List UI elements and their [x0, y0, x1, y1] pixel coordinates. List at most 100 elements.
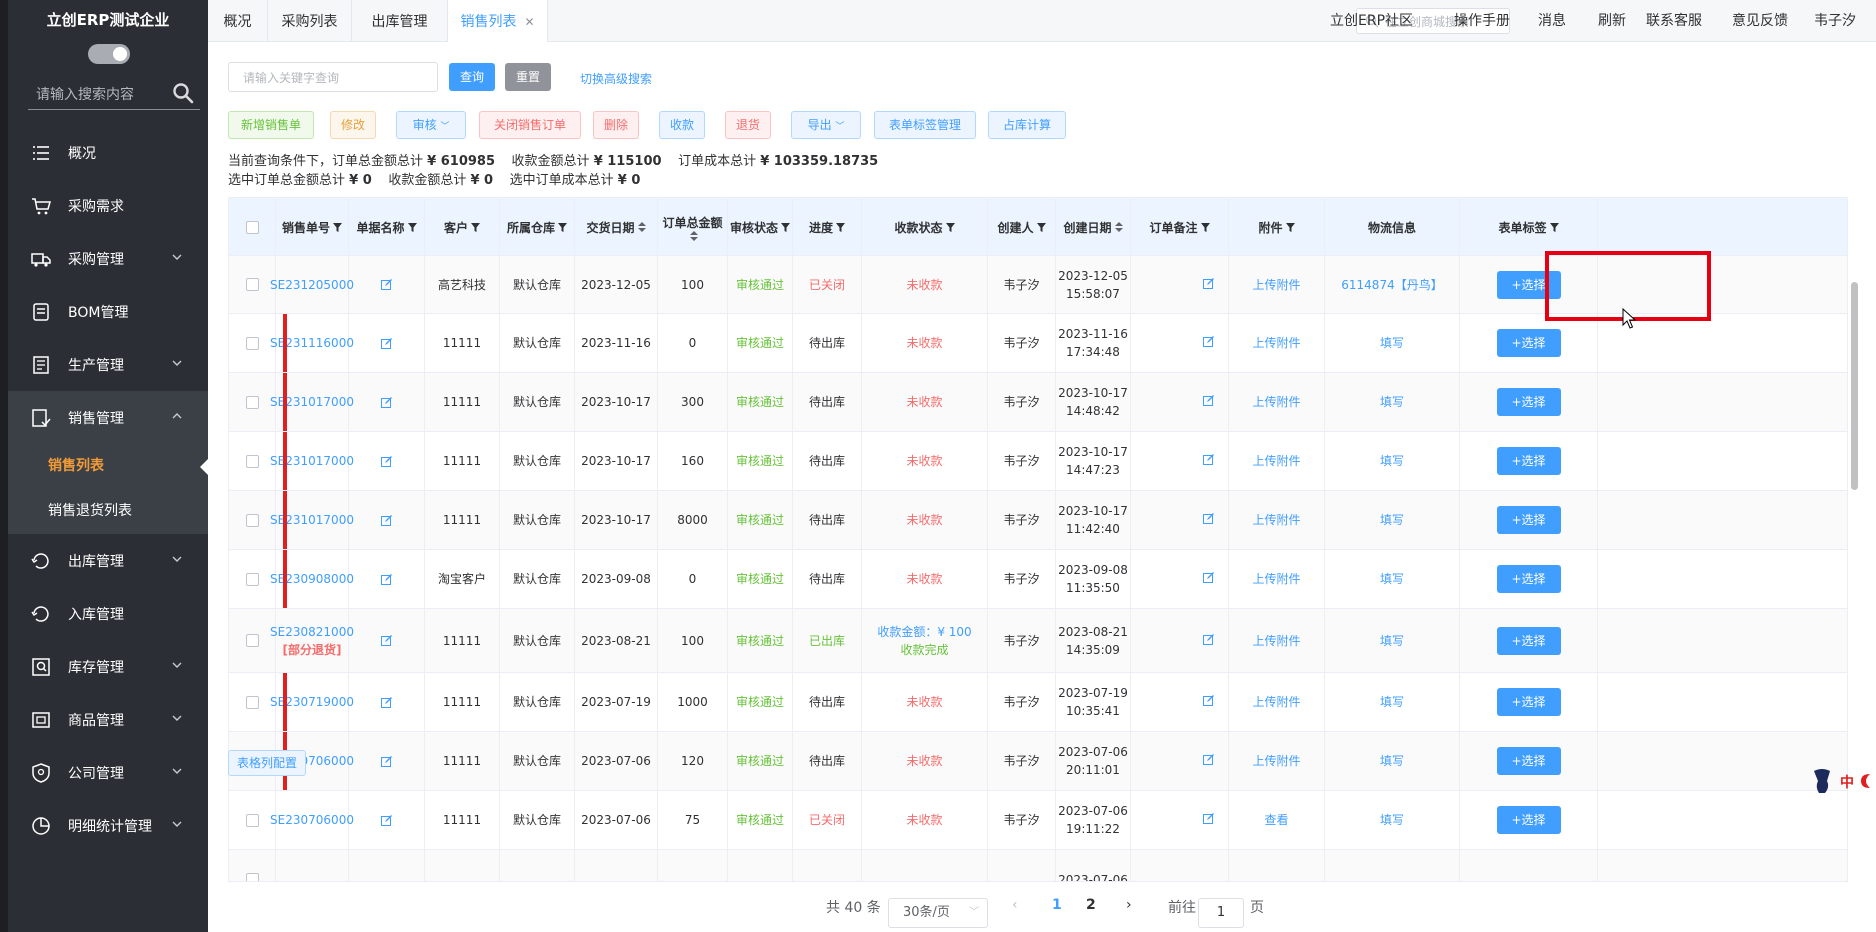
select-tag-button[interactable]: +选择	[1496, 688, 1561, 716]
attachment-link[interactable]: 上传附件	[1252, 693, 1300, 711]
sidebar-item-inventory[interactable]: 库存管理	[8, 640, 208, 693]
top-link-2[interactable]: 消息	[1538, 0, 1566, 42]
tag-manage-button[interactable]: 表单标签管理	[874, 111, 976, 139]
attachment-link[interactable]: 上传附件	[1252, 570, 1300, 588]
logistics-link[interactable]: 填写	[1380, 693, 1404, 711]
edit-icon[interactable]	[1203, 695, 1214, 706]
attachment-link[interactable]: 上传附件	[1252, 393, 1300, 411]
audit-dropdown-button[interactable]: 审核 ﹀	[396, 111, 466, 139]
sort-icon[interactable]	[1114, 222, 1123, 232]
filter-icon[interactable]	[1036, 222, 1046, 232]
edit-icon[interactable]	[1203, 513, 1214, 524]
top-link-5[interactable]: 意见反馈	[1732, 0, 1788, 42]
select-tag-button[interactable]: +选择	[1496, 806, 1561, 834]
page-1[interactable]: 1	[1052, 897, 1062, 913]
select-tag-button[interactable]: +选择	[1496, 626, 1561, 655]
query-button[interactable]: 查询	[449, 63, 495, 91]
table-row[interactable]: 2023-07-06	[229, 850, 1847, 881]
filter-icon[interactable]	[1285, 222, 1295, 232]
keyword-input[interactable]: 请输入关键字查询	[228, 62, 438, 92]
edit-icon[interactable]	[1203, 813, 1214, 824]
tab-0[interactable]: 概况	[208, 0, 268, 42]
table-row[interactable]: SE230821000 [部分退货] 11111 默认仓库 2023-08-21 100 审…	[229, 609, 1847, 673]
edit-icon[interactable]	[1203, 754, 1214, 765]
top-link-1[interactable]: 操作手册	[1454, 0, 1510, 42]
logistics-link[interactable]: 填写	[1380, 452, 1404, 470]
row-checkbox[interactable]	[245, 813, 259, 827]
order-number-link[interactable]: SE230706000	[270, 811, 354, 829]
reset-button[interactable]: 重置	[505, 63, 551, 91]
row-checkbox[interactable]	[245, 395, 259, 409]
attachment-link[interactable]: 上传附件	[1252, 334, 1300, 352]
attachment-link[interactable]: 上传附件	[1252, 511, 1300, 529]
logistics-link[interactable]: 填写	[1380, 511, 1404, 529]
table-row[interactable]: SE230706000 11111 默认仓库 2023-07-06 75 审核通过 已关闭 未…	[229, 791, 1847, 850]
edit-icon[interactable]	[1203, 454, 1214, 465]
edit-icon[interactable]	[1203, 336, 1214, 347]
select-tag-button[interactable]: +选择	[1496, 329, 1561, 357]
column-config-button[interactable]: 表格列配置	[228, 750, 306, 776]
filter-icon[interactable]	[836, 222, 845, 232]
logistics-link[interactable]: 填写	[1380, 334, 1404, 352]
sidebar-item-company[interactable]: 公司管理	[8, 746, 208, 799]
submenu-sales-return-list[interactable]: 销售退货列表	[8, 489, 208, 534]
edit-icon[interactable]	[1203, 572, 1214, 583]
sidebar-item-stats[interactable]: 明细统计管理	[8, 799, 208, 852]
search-icon[interactable]	[172, 82, 194, 104]
export-dropdown-button[interactable]: 导出 ﹀	[791, 111, 861, 139]
advanced-search-link[interactable]: 切换高级搜索	[580, 70, 652, 87]
floating-assistant[interactable]: 中	[1810, 765, 1876, 797]
filter-icon[interactable]	[333, 222, 342, 232]
edit-icon[interactable]	[381, 635, 392, 646]
sidebar-item-list[interactable]: 概况	[8, 126, 208, 179]
edit-icon[interactable]	[381, 337, 392, 349]
edit-icon[interactable]	[1203, 633, 1214, 645]
attachment-link[interactable]: 上传附件	[1252, 276, 1300, 294]
row-checkbox[interactable]	[245, 873, 259, 881]
filter-icon[interactable]	[1549, 222, 1559, 232]
table-row[interactable]: SE231017000 11111 默认仓库 2023-10-17 160 审核通过 待出库…	[229, 432, 1847, 491]
return-button[interactable]: 退货	[725, 111, 771, 139]
select-tag-button[interactable]: +选择	[1496, 747, 1561, 775]
sidebar-search[interactable]: 请输入搜索内容	[28, 78, 200, 110]
sidebar-item-cart[interactable]: 采购需求	[8, 179, 208, 232]
top-link-3[interactable]: 刷新	[1598, 0, 1626, 42]
row-checkbox[interactable]	[245, 695, 259, 709]
user-name[interactable]: 韦子汐	[1814, 0, 1856, 42]
table-row[interactable]: SE231017000 11111 默认仓库 2023-10-17 300 审核通过 待出库…	[229, 373, 1847, 432]
close-order-button[interactable]: 关闭销售订单	[479, 111, 581, 139]
table-row[interactable]: SE230706000 11111 默认仓库 2023-07-06 120 审核通过 待出库…	[229, 732, 1847, 791]
sidebar-item-goods[interactable]: 商品管理	[8, 693, 208, 746]
table-row[interactable]: SE230719000 11111 默认仓库 2023-07-19 1000 审核通过 待出…	[229, 673, 1847, 732]
row-checkbox[interactable]	[245, 278, 259, 291]
select-all-checkbox[interactable]	[229, 198, 276, 256]
sidebar-item-inbound[interactable]: 入库管理	[8, 587, 208, 640]
table-row[interactable]: SE230908000 淘宝客户 默认仓库 2023-09-08 0 审核通过 待出库 未收款…	[229, 550, 1847, 609]
edit-icon[interactable]	[381, 279, 392, 290]
select-tag-button[interactable]: +选择	[1496, 447, 1561, 475]
attachment-link[interactable]: 上传附件	[1252, 752, 1300, 770]
row-checkbox[interactable]	[245, 454, 259, 468]
row-checkbox[interactable]	[245, 572, 259, 586]
edit-icon[interactable]	[381, 514, 392, 526]
logistics-link[interactable]: 填写	[1380, 811, 1404, 829]
filter-icon[interactable]	[945, 222, 955, 232]
submenu-sales-list[interactable]: 销售列表	[8, 444, 208, 489]
stock-calc-button[interactable]: 占库计算	[988, 111, 1066, 139]
row-checkbox[interactable]	[245, 336, 259, 350]
attachment-link[interactable]: 查看	[1264, 811, 1288, 829]
sort-icon[interactable]	[637, 222, 646, 232]
collect-button[interactable]: 收款	[659, 111, 705, 139]
row-checkbox[interactable]	[245, 634, 259, 647]
select-tag-button[interactable]: +选择	[1496, 565, 1561, 593]
filter-icon[interactable]	[407, 222, 417, 232]
tab-1[interactable]: 采购列表	[268, 0, 352, 42]
select-tag-button[interactable]: +选择	[1496, 506, 1561, 534]
checkbox[interactable]	[245, 220, 259, 234]
edit-icon[interactable]	[381, 696, 392, 708]
edit-icon[interactable]	[1203, 395, 1214, 406]
top-link-0[interactable]: 立创ERP社区	[1330, 0, 1413, 42]
sidebar-toggle-switch[interactable]	[88, 44, 130, 64]
delete-button[interactable]: 删除	[593, 111, 639, 139]
attachment-link[interactable]: 上传附件	[1252, 632, 1300, 650]
